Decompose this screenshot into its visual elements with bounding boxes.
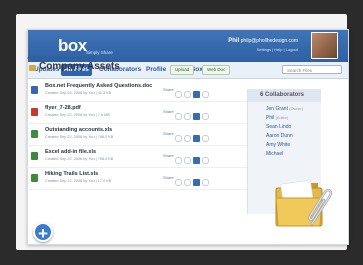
collaborator-item[interactable]: Jen Grant (Owner) — [266, 106, 303, 112]
edit-icon[interactable] — [193, 135, 200, 142]
collaborator-item[interactable]: Aaron Dunn — [266, 133, 293, 139]
pdf-file-icon — [31, 108, 38, 116]
collaborator-name: Amy White — [266, 142, 291, 148]
file-row[interactable]: flyer_7-28.pdf Created Sep 22, 2008 by Y… — [27, 102, 247, 124]
comment-icon[interactable] — [175, 157, 182, 164]
star-icon[interactable] — [184, 157, 191, 164]
comment-icon[interactable] — [175, 179, 182, 186]
collaborator-item[interactable]: Amy White — [266, 142, 290, 148]
user-identity: Phil philp@phollhedesign.com — [228, 38, 298, 44]
user-name: Phil — [228, 38, 240, 44]
share-link[interactable]: Share — [163, 175, 174, 180]
comment-icon[interactable] — [175, 91, 182, 98]
star-icon[interactable] — [184, 135, 191, 142]
collaborator-name: Jen Grant — [266, 106, 288, 112]
spreadsheet-file-icon — [31, 152, 38, 160]
share-link[interactable]: Share — [163, 109, 174, 114]
spreadsheet-file-icon — [31, 174, 38, 182]
tab-profile[interactable]: Profile — [143, 64, 169, 76]
upload-button[interactable]: Upload — [170, 65, 195, 75]
box-logo[interactable]: box — [58, 36, 87, 56]
page-title: Company Assets — [39, 61, 120, 72]
file-name[interactable]: Box.net Frequently Asked Questions.doc — [45, 83, 152, 89]
share-link[interactable]: Share — [163, 87, 174, 92]
settings-icon[interactable] — [202, 157, 209, 164]
file-meta: Created Sep 22, 2008 by You | 7.6 MB — [45, 113, 110, 117]
folder-icon — [29, 65, 36, 71]
collaborator-name: Michael — [266, 151, 284, 157]
collaborator-name: Sean Lindo — [266, 124, 292, 130]
comment-icon[interactable] — [175, 135, 182, 142]
file-actions — [175, 85, 211, 103]
settings-icon[interactable] — [202, 113, 209, 120]
star-icon[interactable] — [184, 91, 191, 98]
file-row[interactable]: Box.net Frequently Asked Questions.doc C… — [27, 80, 247, 102]
share-link[interactable]: Share — [163, 131, 174, 136]
star-icon[interactable] — [184, 113, 191, 120]
edit-icon[interactable] — [193, 113, 200, 120]
file-actions — [175, 151, 211, 169]
collaborator-role: (Editor) — [275, 116, 289, 120]
breadcrumb[interactable]: All Files » Company Assets Folder — [27, 55, 96, 60]
avatar[interactable] — [311, 32, 338, 59]
file-actions — [175, 107, 211, 125]
file-list: Box.net Frequently Asked Questions.doc C… — [27, 80, 247, 190]
file-row[interactable]: Outstanding accounts.xls Created Sep 22,… — [27, 124, 247, 146]
star-icon[interactable] — [184, 179, 191, 186]
file-meta: Created Sep 22, 2008 by You | 798.0 KB — [45, 157, 114, 161]
file-actions — [175, 173, 211, 191]
add-button[interactable]: + — [33, 222, 53, 243]
file-meta: Created Sep 22, 2008 by You | 798.0 KB — [45, 135, 114, 139]
collaborator-name: Aaron Dunn — [266, 133, 293, 139]
file-row[interactable]: Excel add-in file.xls Created Sep 22, 20… — [27, 146, 247, 168]
settings-icon[interactable] — [202, 135, 209, 142]
account-links[interactable]: Settings | Help | Logout — [257, 47, 298, 52]
file-name[interactable]: Excel add-in file.xls — [45, 149, 96, 155]
collaborator-item[interactable]: Sean Lindo — [266, 124, 291, 130]
file-name[interactable]: Hiking Trails List.xls — [45, 171, 98, 177]
doc-file-icon — [31, 86, 38, 94]
collaborator-role: (Owner) — [289, 107, 304, 111]
comment-icon[interactable] — [175, 113, 182, 120]
collaborator-item[interactable]: Phil (Editor) — [266, 115, 288, 121]
user-email: philp@phollhedesign.com — [240, 38, 298, 44]
file-name[interactable]: Outstanding accounts.xls — [45, 127, 112, 133]
file-meta: Created Sep 26, 2008 by You | 42.3 KB — [45, 91, 112, 95]
collaborator-name: Phil — [266, 115, 275, 121]
collaborator-item[interactable]: Michael — [266, 151, 283, 157]
file-actions — [175, 129, 211, 147]
spreadsheet-file-icon — [31, 130, 38, 138]
share-link[interactable]: Share — [163, 153, 174, 158]
file-row[interactable]: Hiking Trails List.xls Created Sep 22, 2… — [27, 168, 247, 190]
folder-paperclip-icon — [275, 179, 333, 227]
edit-icon[interactable] — [193, 91, 200, 98]
file-name[interactable]: flyer_7-28.pdf — [45, 105, 81, 111]
web-doc-button[interactable]: Web Doc — [202, 65, 231, 75]
collaborators-header[interactable]: 6 Collaborators — [248, 89, 321, 102]
edit-icon[interactable] — [193, 179, 200, 186]
edit-icon[interactable] — [193, 157, 200, 164]
file-meta: Created Sep 22, 2008 by You | 17.0 KB — [45, 179, 112, 183]
settings-icon[interactable] — [202, 179, 209, 186]
search-input[interactable]: Search Files — [282, 65, 342, 74]
settings-icon[interactable] — [202, 91, 209, 98]
